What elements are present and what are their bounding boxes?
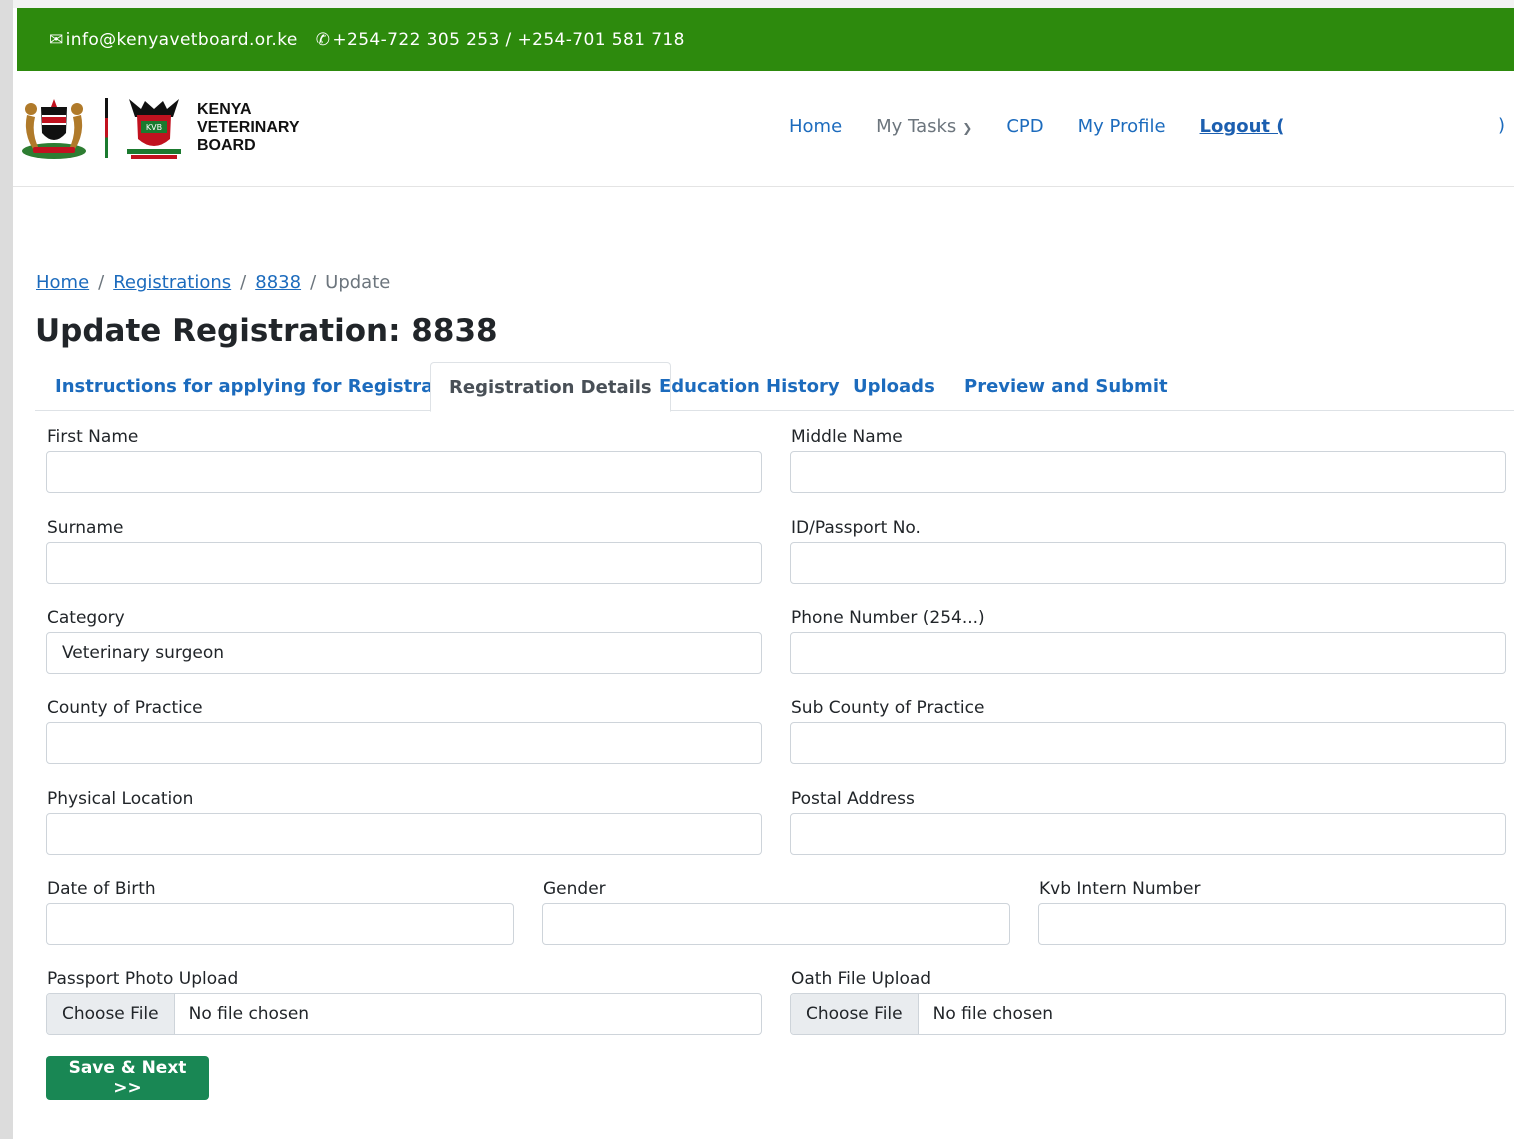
window-top-edge [13,0,1514,8]
nav-home[interactable]: Home [789,116,842,137]
first-name-label: First Name [47,427,139,447]
sub-county-input[interactable] [790,722,1506,764]
contact-phone-text: +254-722 305 253 / +254-701 581 718 [332,29,685,50]
breadcrumb-separator: / [240,272,247,293]
contact-phone[interactable]: ✆ +254-722 305 253 / +254-701 581 718 [316,30,685,50]
gender-input[interactable] [542,903,1010,945]
phone-label: Phone Number (254...) [791,608,985,628]
breadcrumb-separator: / [310,272,317,293]
id-passport-input[interactable] [790,542,1506,584]
tab-education-history[interactable]: Education History [659,362,840,410]
logo-divider [105,98,108,158]
site-header: KVB KENYA VETERINARY BOARD Home My Tasks… [13,71,1514,187]
surname-input[interactable] [46,542,762,584]
passport-photo-status: No file chosen [188,1004,310,1024]
id-passport-label: ID/Passport No. [791,518,921,538]
oath-file-label: Oath File Upload [791,969,932,989]
nav-cpd[interactable]: CPD [1006,116,1043,137]
middle-name-label: Middle Name [791,427,903,447]
tab-registration-details[interactable]: Registration Details [430,362,671,412]
tab-preview-submit[interactable]: Preview and Submit [964,362,1168,410]
breadcrumb-registrations[interactable]: Registrations [113,272,231,293]
coat-of-arms-icon [22,99,86,159]
phone-input[interactable] [790,632,1506,674]
nav-logout[interactable]: Logout ( [1200,116,1285,137]
nav-my-profile[interactable]: My Profile [1078,116,1166,137]
nav-my-tasks-label: My Tasks [876,115,957,137]
contact-email[interactable]: ✉ info@kenyavetboard.or.ke [49,30,298,50]
tab-instructions[interactable]: Instructions for applying for Registrati… [55,362,473,410]
middle-name-input[interactable] [790,451,1506,493]
kvb-shield-icon: KVB [127,99,181,159]
first-name-input[interactable] [46,451,762,493]
page-title: Update Registration: 8838 [35,313,498,349]
category-label: Category [47,608,125,628]
brand-logo[interactable]: KVB KENYA VETERINARY BOARD [19,93,300,163]
dob-input[interactable] [46,903,514,945]
contact-email-text: info@kenyavetboard.or.ke [65,29,298,50]
county-label: County of Practice [47,698,203,718]
nav-logout-close: ) [1498,115,1506,136]
brand-name: KENYA VETERINARY BOARD [197,101,300,155]
brand-line-2: VETERINARY [197,119,300,136]
main-nav: Home My Tasks ❯ CPD My Profile Logout ( [789,71,1319,181]
window-left-edge [0,0,13,1139]
oath-file-input[interactable]: Choose File No file chosen [790,993,1506,1035]
category-input[interactable] [46,632,762,674]
postal-address-input[interactable] [790,813,1506,855]
chevron-down-icon: ❯ [962,120,973,135]
county-input[interactable] [46,722,762,764]
breadcrumb-separator: / [98,272,105,293]
physical-location-label: Physical Location [47,789,194,809]
tab-uploads[interactable]: Uploads [853,362,935,410]
breadcrumb-home[interactable]: Home [36,272,89,293]
phone-icon: ✆ [315,29,331,50]
passport-photo-label: Passport Photo Upload [47,969,239,989]
intern-number-label: Kvb Intern Number [1039,879,1201,899]
surname-label: Surname [47,518,124,538]
contact-bar: ✉ info@kenyavetboard.or.ke ✆ +254-722 30… [17,8,1514,71]
brand-line-3: BOARD [197,137,256,154]
oath-file-status: No file chosen [932,1004,1054,1024]
physical-location-input[interactable] [46,813,762,855]
dob-label: Date of Birth [47,879,156,899]
gender-label: Gender [543,879,606,899]
brand-line-1: KENYA [197,101,252,118]
postal-address-label: Postal Address [791,789,915,809]
envelope-icon: ✉ [49,29,64,50]
breadcrumb: Home / Registrations / 8838 / Update [36,272,390,293]
breadcrumb-registration-id[interactable]: 8838 [255,272,301,293]
intern-number-input[interactable] [1038,903,1506,945]
passport-photo-choose-button[interactable]: Choose File [47,994,175,1034]
oath-file-choose-button[interactable]: Choose File [791,994,919,1034]
svg-text:KVB: KVB [146,123,162,132]
sub-county-label: Sub County of Practice [791,698,985,718]
passport-photo-file-input[interactable]: Choose File No file chosen [46,993,762,1035]
tab-bar: Instructions for applying for Registrati… [35,362,1514,412]
breadcrumb-current: Update [325,272,391,293]
nav-my-tasks[interactable]: My Tasks ❯ [876,116,972,137]
save-next-button[interactable]: Save & Next >> [46,1056,209,1100]
